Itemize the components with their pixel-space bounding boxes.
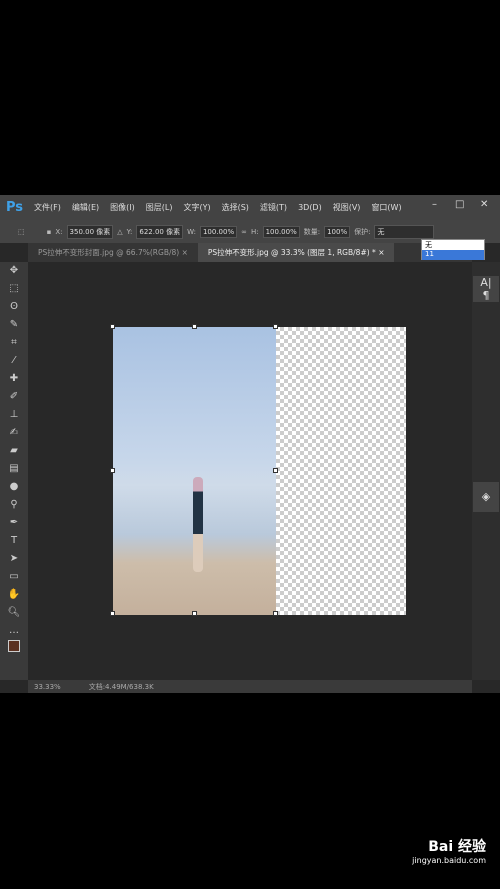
menu-select[interactable]: 选择(S): [222, 202, 249, 213]
transform-icon[interactable]: ⬚: [18, 228, 25, 236]
eraser-tool-icon[interactable]: ▰: [0, 442, 28, 460]
ps-logo: Ps: [6, 200, 24, 215]
quick-select-tool-icon[interactable]: ✎: [0, 316, 28, 334]
shape-tool-icon[interactable]: ▭: [0, 568, 28, 586]
tab-label: PS拉伸不变形.jpg @ 33.3% (图层 1, RGB/8#) *: [207, 248, 376, 257]
watermark-url: jingyan.baidu.com: [412, 856, 486, 865]
menu-file[interactable]: 文件(F): [34, 202, 61, 213]
photo-layer: [113, 327, 276, 615]
move-tool-icon[interactable]: ✥: [0, 262, 28, 280]
tab-label: PS拉伸不变形封面.jpg @ 66.7%(RGB/8): [38, 248, 180, 257]
color-swatches[interactable]: [0, 640, 28, 658]
zoom-tool-icon[interactable]: 🔍︎: [0, 604, 28, 622]
character-panel-icon[interactable]: A| ¶: [473, 276, 499, 302]
maximize-icon[interactable]: □: [455, 199, 464, 210]
dancer-figure: [193, 477, 203, 572]
baidu-watermark: Bai 经验 jingyan.baidu.com: [412, 836, 486, 865]
reference-point-icon[interactable]: ▪: [47, 228, 52, 236]
menu-window[interactable]: 窗口(W): [371, 202, 401, 213]
menu-type[interactable]: 文字(Y): [183, 202, 210, 213]
delta-icon[interactable]: △: [117, 228, 122, 236]
h-label: H:: [250, 227, 259, 236]
amount-label: 数量:: [303, 227, 321, 236]
dodge-tool-icon[interactable]: ⚲: [0, 496, 28, 514]
menu-bar: Ps 文件(F) 编辑(E) 图像(I) 图层(L) 文字(Y) 选择(S) 滤…: [0, 195, 500, 220]
document-tabs: PS拉伸不变形封面.jpg @ 66.7%(RGB/8) × PS拉伸不变形.j…: [28, 243, 472, 262]
minimize-icon[interactable]: –: [432, 199, 437, 210]
menu-filter[interactable]: 滤镜(T): [260, 202, 287, 213]
transform-handle[interactable]: [110, 468, 115, 473]
h-field[interactable]: 100.00%: [262, 225, 300, 238]
y-label: Y:: [126, 227, 133, 236]
w-field[interactable]: 100.00%: [199, 225, 238, 238]
path-select-icon[interactable]: ➤: [0, 550, 28, 568]
marquee-tool-icon[interactable]: ⬚: [0, 280, 28, 298]
protect-label: 保护:: [354, 227, 371, 236]
eyedropper-tool-icon[interactable]: ⁄: [0, 352, 28, 370]
transform-handle[interactable]: [192, 324, 197, 329]
doc-size: 文档:4.49M/638.3K: [88, 682, 154, 691]
menu-view[interactable]: 视图(V): [333, 202, 361, 213]
stamp-tool-icon[interactable]: ⊥: [0, 406, 28, 424]
document-canvas[interactable]: [110, 324, 406, 616]
more-tools-icon[interactable]: …: [0, 622, 28, 640]
transform-handle[interactable]: [273, 611, 278, 616]
tab-close-icon[interactable]: ×: [182, 248, 188, 257]
brush-tool-icon[interactable]: ✐: [0, 388, 28, 406]
y-field[interactable]: 622.00 像素: [136, 224, 184, 239]
crop-tool-icon[interactable]: ⌗: [0, 334, 28, 352]
dropdown-option[interactable]: 无: [422, 240, 484, 250]
transform-handle[interactable]: [110, 611, 115, 616]
transform-handle[interactable]: [273, 324, 278, 329]
healing-tool-icon[interactable]: ✚: [0, 370, 28, 388]
transform-handle[interactable]: [110, 324, 115, 329]
close-icon[interactable]: ✕: [480, 199, 488, 210]
tab-active[interactable]: PS拉伸不变形.jpg @ 33.3% (图层 1, RGB/8#) * ×: [197, 243, 395, 262]
photoshop-window: Ps 文件(F) 编辑(E) 图像(I) 图层(L) 文字(Y) 选择(S) 滤…: [0, 195, 500, 693]
zoom-level[interactable]: 33.33%: [34, 683, 61, 691]
transform-handle[interactable]: [273, 468, 278, 473]
x-field[interactable]: 350.00 像素: [66, 224, 114, 239]
link-icon[interactable]: ∞: [241, 228, 247, 236]
watermark-brand: Bai 经验: [428, 839, 486, 855]
lasso-tool-icon[interactable]: ʘ: [0, 298, 28, 316]
hand-tool-icon[interactable]: ✋: [0, 586, 28, 604]
blur-tool-icon[interactable]: ●: [0, 478, 28, 496]
protect-dropdown: 无 11: [421, 239, 485, 260]
amount-field[interactable]: 100%: [324, 225, 351, 238]
x-label: X:: [55, 227, 63, 236]
tab-cover[interactable]: PS拉伸不变形封面.jpg @ 66.7%(RGB/8) ×: [28, 243, 198, 262]
right-panel: A| ¶ ◈: [472, 262, 500, 680]
transform-handle[interactable]: [192, 611, 197, 616]
dropdown-option-selected[interactable]: 11: [422, 250, 484, 260]
layers-panel-icon[interactable]: ◈: [473, 482, 499, 512]
menu-edit[interactable]: 编辑(E): [72, 202, 99, 213]
toolbar: ✥ ⬚ ʘ ✎ ⌗ ⁄ ✚ ✐ ⊥ ✍ ▰ ▤ ● ⚲ ✒ T ➤ ▭ ✋ 🔍︎…: [0, 262, 28, 680]
w-label: W:: [187, 227, 196, 236]
status-bar: 33.33% 文档:4.49M/638.3K: [28, 680, 472, 693]
history-brush-icon[interactable]: ✍: [0, 424, 28, 442]
menu-image[interactable]: 图像(I): [110, 202, 135, 213]
pen-tool-icon[interactable]: ✒: [0, 514, 28, 532]
type-tool-icon[interactable]: T: [0, 532, 28, 550]
menu-3d[interactable]: 3D(D): [298, 203, 322, 212]
gradient-tool-icon[interactable]: ▤: [0, 460, 28, 478]
tab-close-icon[interactable]: ×: [378, 248, 384, 257]
protect-select[interactable]: 无: [374, 224, 435, 239]
menu-layer[interactable]: 图层(L): [146, 202, 173, 213]
transparent-area: [276, 327, 406, 615]
